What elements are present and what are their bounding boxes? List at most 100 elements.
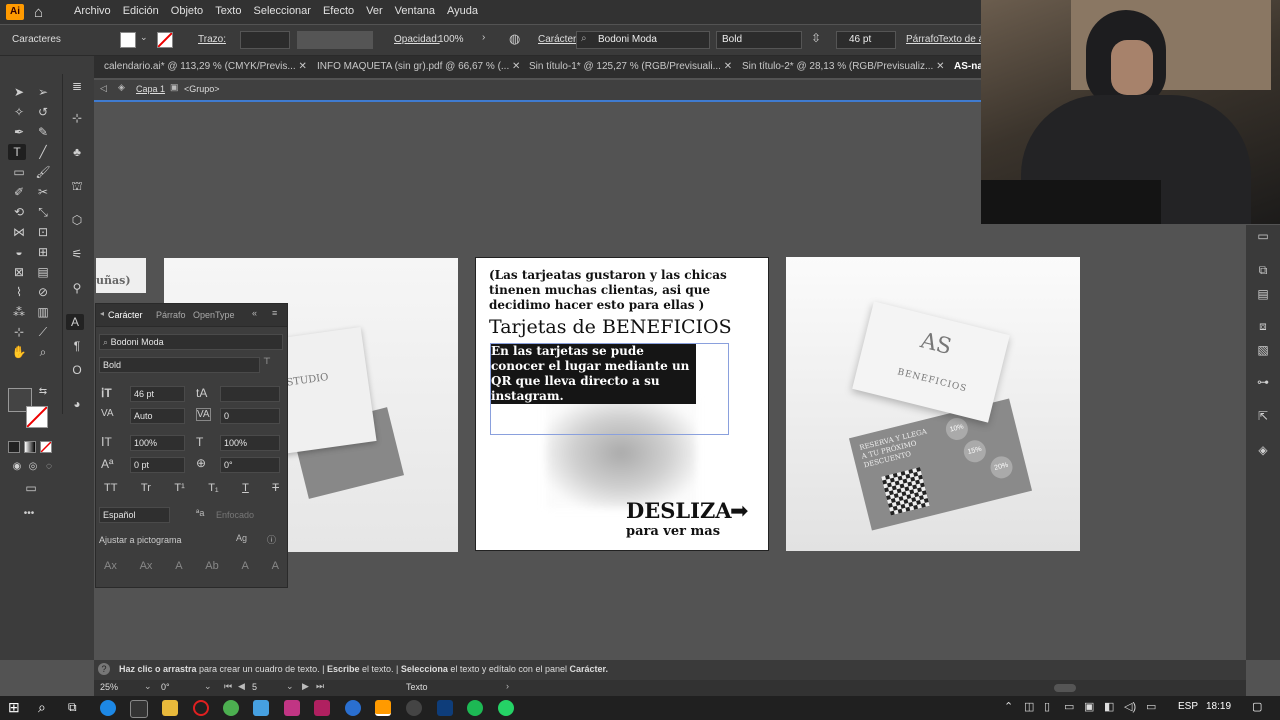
lasso-tool-icon[interactable]: ↺ bbox=[34, 104, 52, 120]
menu-ver[interactable]: Ver bbox=[366, 5, 383, 17]
char-font-family-field[interactable]: ⌕ Bodoni Moda bbox=[99, 334, 283, 350]
pen-tool-icon[interactable]: ✒ bbox=[10, 124, 28, 140]
opacity-label[interactable]: Opacidad: bbox=[394, 34, 440, 45]
tool-mode[interactable]: Texto bbox=[406, 682, 428, 692]
tab-opentype[interactable]: OpenType bbox=[193, 310, 235, 320]
properties-panel-icon[interactable]: ≣ bbox=[68, 78, 86, 94]
notifications-icon[interactable]: ▢ bbox=[1252, 700, 1262, 713]
scissors-tool-icon[interactable]: ✂ bbox=[34, 184, 52, 200]
fill-swatch[interactable] bbox=[120, 32, 136, 48]
recolor-icon[interactable]: ◍ bbox=[509, 31, 520, 47]
layers-transform-icon[interactable]: ⧈ bbox=[1254, 319, 1272, 335]
char-baseline-field[interactable]: 0 pt bbox=[130, 457, 185, 473]
artboard-center[interactable]: (Las tarjeatas gustaron y las chicas tin… bbox=[475, 257, 769, 551]
panel-menu-icon[interactable]: ≡ bbox=[272, 308, 277, 318]
rotate-tool-icon[interactable]: ⟲ bbox=[10, 204, 28, 220]
adjust-panel-icon[interactable]: ⚟ bbox=[68, 246, 86, 262]
assets-panel-icon[interactable]: ▧ bbox=[1254, 343, 1272, 359]
symbol-sprayer-tool-icon[interactable]: ⁂ bbox=[10, 304, 28, 320]
menu-ventana[interactable]: Ventana bbox=[395, 5, 435, 17]
clock[interactable]: 18:19 bbox=[1206, 701, 1231, 712]
angular-snap-button[interactable]: A bbox=[242, 560, 249, 572]
layers-panel-icon[interactable]: ◈ bbox=[1254, 443, 1272, 459]
selected-body-text[interactable]: En las tarjetas se pude conocer el lugar… bbox=[491, 344, 696, 404]
underline-button[interactable]: T bbox=[242, 482, 249, 494]
draw-inside-icon[interactable]: ◌ bbox=[40, 459, 58, 475]
touch-type-icon[interactable]: ⊤ bbox=[263, 356, 271, 367]
baseline-snap-button[interactable]: Ax bbox=[104, 560, 117, 572]
font-family-field[interactable]: ⌕ Bodoni Moda bbox=[576, 31, 710, 49]
rectangle-tool-icon[interactable]: ▭ bbox=[10, 164, 28, 180]
task-view-icon[interactable]: ⧉ bbox=[68, 700, 77, 715]
paragraph-label[interactable]: Párrafo bbox=[906, 34, 939, 45]
artboard-number[interactable]: 5 bbox=[252, 682, 257, 692]
graph-tool-icon[interactable]: ▥ bbox=[34, 304, 52, 320]
shape-builder-tool-icon[interactable]: ◒ bbox=[10, 244, 28, 260]
tray-network-icon[interactable]: ◧ bbox=[1104, 700, 1114, 713]
chrome-icon[interactable] bbox=[223, 700, 239, 716]
mesh-tool-icon[interactable]: ⊠ bbox=[10, 264, 28, 280]
brush-definition[interactable] bbox=[297, 31, 373, 49]
char-font-style-field[interactable]: Bold bbox=[99, 357, 260, 373]
edit-toolbar-icon[interactable]: ••• bbox=[20, 506, 38, 522]
text-frame[interactable]: En las tarjetas se pude conocer el lugar… bbox=[490, 343, 729, 435]
subscript-button[interactable]: T₁ bbox=[208, 482, 218, 494]
menu-edicion[interactable]: Edición bbox=[123, 5, 159, 17]
blend-tool-icon[interactable]: ⊘ bbox=[34, 284, 52, 300]
direct-selection-tool-icon[interactable]: ➢ bbox=[34, 84, 52, 100]
tray-camera-icon[interactable]: ◫ bbox=[1024, 700, 1034, 713]
menu-archivo[interactable]: Archivo bbox=[74, 5, 111, 17]
opacity-value[interactable]: 100% bbox=[438, 34, 464, 45]
collapse-icon[interactable]: « bbox=[252, 308, 257, 318]
zoom-level[interactable]: 25% bbox=[100, 682, 118, 692]
libraries-panel-icon[interactable]: ▤ bbox=[1254, 287, 1272, 303]
next-artboard-icon[interactable]: ▶ bbox=[302, 681, 309, 692]
help-icon[interactable]: ? bbox=[98, 663, 110, 675]
character-label[interactable]: Carácter: bbox=[538, 34, 579, 45]
whatsapp-icon[interactable] bbox=[498, 700, 514, 716]
snap-glyph-icon[interactable]: Ag bbox=[236, 533, 247, 543]
anchor-snap-button[interactable]: A bbox=[272, 560, 279, 572]
swap-colors-icon[interactable]: ⇆ bbox=[34, 384, 52, 400]
language-select[interactable]: Español bbox=[99, 507, 170, 523]
antialias-select[interactable]: Enfocado bbox=[216, 510, 254, 520]
menu-seleccionar[interactable]: Seleccionar bbox=[253, 5, 310, 17]
brushes-panel-icon[interactable]: ⛫ bbox=[68, 178, 86, 194]
char-hscale-field[interactable]: 100% bbox=[220, 435, 280, 451]
edge-icon[interactable] bbox=[100, 700, 116, 716]
transform-panel-icon[interactable]: ⊹ bbox=[68, 110, 86, 126]
char-vscale-field[interactable]: 100% bbox=[130, 435, 185, 451]
search-icon[interactable]: ⌕ bbox=[38, 699, 46, 716]
none-mode-icon[interactable] bbox=[40, 441, 52, 453]
artboard-right[interactable]: RESERVA Y LLEGA A TU PRÓXIMO DESCUENTO 1… bbox=[786, 257, 1080, 551]
photos-icon[interactable] bbox=[253, 700, 269, 716]
stroke-color-swatch[interactable] bbox=[26, 406, 48, 428]
home-icon[interactable]: ⌂ bbox=[34, 4, 43, 21]
chevron-down-icon[interactable]: ⌄ bbox=[140, 32, 148, 43]
photoshop-icon[interactable] bbox=[437, 700, 453, 716]
artboards-panel-icon[interactable]: ⧉ bbox=[1254, 263, 1272, 279]
chevron-down-icon[interactable]: ⌄ bbox=[286, 681, 294, 692]
file-explorer-icon[interactable] bbox=[162, 700, 178, 716]
card-title[interactable]: Tarjetas de BENEFICIOS bbox=[489, 316, 732, 338]
tray-volume-icon[interactable]: ◁) bbox=[1124, 700, 1136, 713]
type-tool-icon[interactable]: T bbox=[8, 144, 26, 160]
gradient-mode-icon[interactable] bbox=[24, 441, 36, 453]
line-tool-icon[interactable]: ╱ bbox=[34, 144, 52, 160]
info-icon[interactable]: ⓘ bbox=[267, 533, 276, 546]
paintbrush-tool-icon[interactable]: 🖌 bbox=[34, 164, 52, 180]
rotation-view[interactable]: 0° bbox=[161, 682, 170, 692]
panel-toggle-icon[interactable]: ▭ bbox=[1254, 229, 1272, 245]
prev-artboard-icon[interactable]: ◀ bbox=[238, 681, 245, 692]
language-indicator[interactable]: ESP bbox=[1178, 701, 1198, 712]
app-icon[interactable] bbox=[314, 700, 330, 716]
strikethrough-button[interactable]: T bbox=[272, 482, 279, 494]
tab-active[interactable]: AS-na bbox=[954, 61, 983, 72]
menu-efecto[interactable]: Efecto bbox=[323, 5, 354, 17]
char-tracking-field[interactable]: 0 bbox=[220, 408, 280, 424]
tab-calendario[interactable]: calendario.ai* @ 113,29 % (CMYK/Previs..… bbox=[104, 61, 307, 72]
stroke-weight-field[interactable] bbox=[240, 31, 290, 49]
character-panel-icon[interactable]: A bbox=[66, 314, 84, 330]
proximity-snap-button[interactable]: Ab bbox=[205, 560, 218, 572]
windows-start-icon[interactable]: ⊞ bbox=[8, 699, 20, 716]
